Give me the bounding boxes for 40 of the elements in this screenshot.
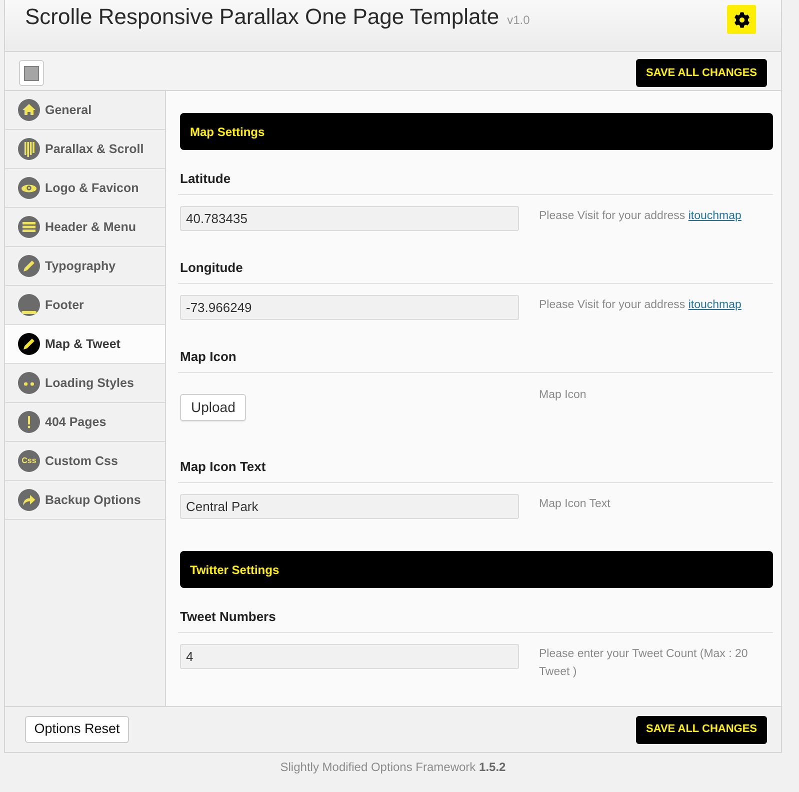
sidebar-item[interactable]: Map & Tweet	[5, 325, 165, 364]
field-label: Longitude	[180, 260, 243, 275]
panel-toggle-button[interactable]	[19, 60, 44, 86]
framework-credit: Slightly Modified Options Framework 1.5.2	[280, 759, 506, 775]
field-label: Map Icon	[180, 349, 236, 364]
text-field[interactable]: Central Park	[180, 494, 519, 519]
map-link[interactable]: itouchmap	[688, 210, 742, 222]
section-title-bar: Twitter Settings	[180, 551, 773, 588]
version-label: v1.0	[507, 12, 530, 29]
field-description: Map Icon Text	[539, 497, 612, 512]
underline-icon	[18, 294, 40, 316]
exclamation-icon	[18, 411, 40, 433]
field-description: Map Icon	[539, 388, 588, 403]
eye-icon	[18, 177, 40, 199]
field-label: Map Icon Text	[180, 459, 266, 474]
field-label: Tweet Numbers	[180, 609, 276, 624]
pencil-icon	[18, 255, 40, 277]
pencil-icon	[18, 333, 40, 355]
save-button[interactable]: SAVE ALL CHANGES	[636, 716, 767, 744]
section-title-bar: Map Settings	[180, 113, 773, 150]
text-field[interactable]: -73.966249	[180, 295, 519, 320]
field-label: Latitude	[180, 171, 231, 186]
map-link[interactable]: itouchmap	[688, 299, 742, 311]
text-field[interactable]: 40.783435	[180, 206, 519, 231]
menu-icon	[18, 216, 40, 238]
upload-button[interactable]: Upload	[180, 394, 246, 421]
stripes-icon	[18, 138, 40, 160]
save-button[interactable]: SAVE ALL CHANGES	[636, 59, 767, 87]
options-reset-button[interactable]: Options Reset	[25, 716, 129, 743]
settings-button[interactable]	[727, 5, 756, 34]
text-field[interactable]: 4	[180, 644, 519, 669]
dots-icon	[18, 372, 40, 394]
field-description: Please enter your Tweet Count (Max : 20 Tweet )	[539, 647, 749, 680]
field-description: Please Visit for your address itouchmap	[539, 298, 742, 313]
home-icon	[18, 99, 40, 121]
square-icon	[24, 66, 39, 80]
css-badge: Css	[18, 450, 40, 472]
field-description: Please Visit for your address itouchmap	[539, 209, 742, 224]
settings-icon	[734, 12, 750, 28]
page-title: Scrolle Responsive Parallax One Page Template	[25, 4, 500, 30]
